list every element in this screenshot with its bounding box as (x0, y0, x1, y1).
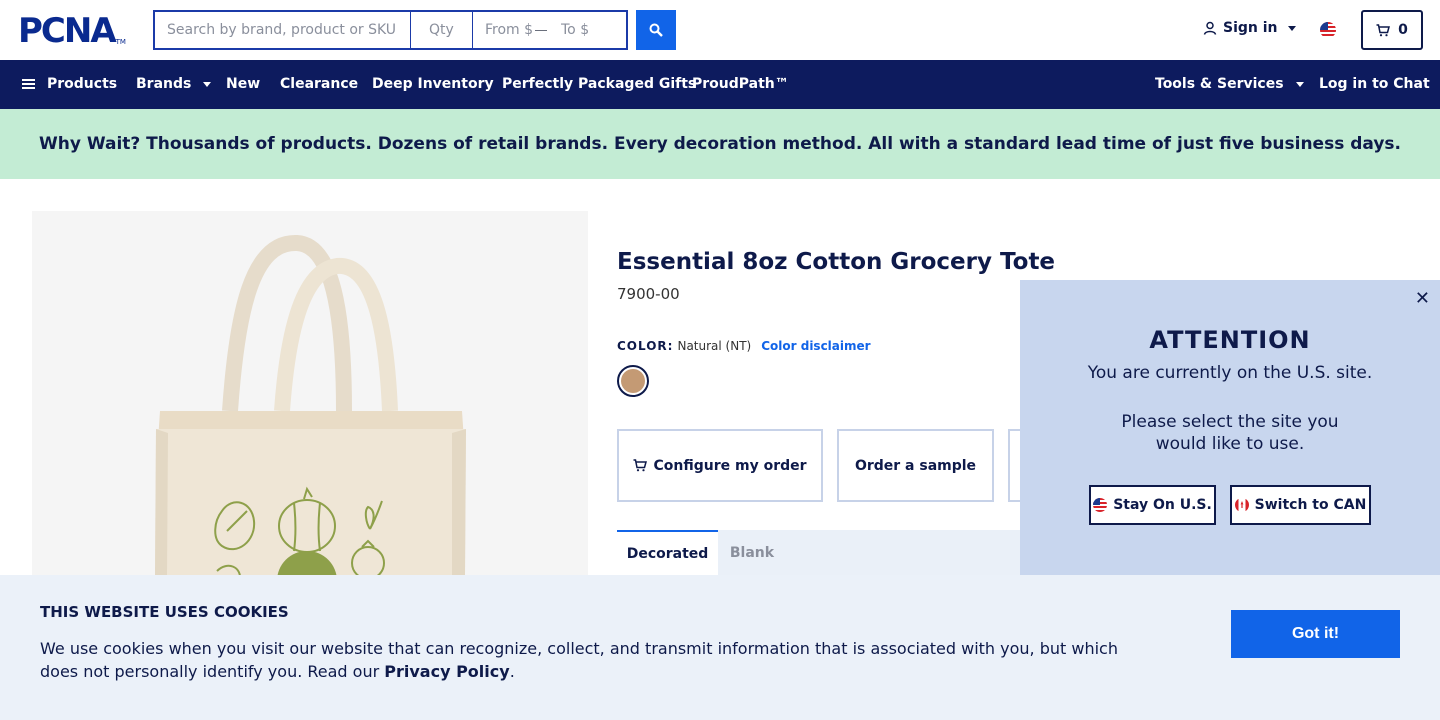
cookie-title: THIS WEBSITE USES COOKIES (40, 603, 289, 621)
user-icon (1203, 21, 1217, 35)
range-separator (535, 29, 547, 31)
search-icon (649, 23, 663, 37)
popup-title: ATTENTION (1149, 326, 1311, 354)
configure-order-button[interactable]: Configure my order (617, 429, 823, 502)
canada-flag-icon (1234, 498, 1249, 512)
stay-us-button[interactable]: Stay On U.S. (1089, 485, 1216, 525)
nav-brands[interactable]: Brands (136, 76, 212, 92)
cookie-accept-button[interactable]: Got it! (1231, 610, 1400, 658)
pcna-logo[interactable]: PCNA TM (18, 14, 126, 48)
nav-tools-services[interactable]: Tools & Services (1155, 76, 1304, 92)
search-input[interactable] (153, 10, 411, 50)
cookie-body: We use cookies when you visit our websit… (40, 639, 1118, 681)
stay-us-label: Stay On U.S. (1113, 497, 1212, 513)
cookie-banner: THIS WEBSITE USES COOKIES We use cookies… (0, 575, 1440, 720)
search-button[interactable] (636, 10, 676, 50)
color-value: Natural (NT) (677, 339, 752, 353)
sign-in-label: Sign in (1223, 20, 1278, 36)
promo-banner: Why Wait? Thousands of products. Dozens … (0, 109, 1440, 179)
cookie-text: We use cookies when you visit our websit… (40, 637, 1140, 683)
close-icon[interactable]: ✕ (1415, 288, 1430, 309)
privacy-policy-link[interactable]: Privacy Policy (384, 662, 509, 681)
order-sample-label: Order a sample (854, 457, 977, 474)
nav-products-label: Products (47, 76, 118, 92)
logo-trademark: TM (115, 38, 126, 46)
cart-count: 0 (1398, 22, 1408, 38)
quantity-input[interactable] (411, 10, 473, 50)
sign-in-menu[interactable]: Sign in (1203, 20, 1296, 36)
cookie-period: . (509, 662, 515, 681)
switch-can-button[interactable]: Switch to CAN (1230, 485, 1371, 525)
site-select-popup: ✕ ATTENTION You are currently on the U.S… (1020, 280, 1440, 575)
chevron-down-icon (1295, 81, 1304, 87)
color-row: COLOR: Natural (NT) Color disclaimer (617, 339, 871, 353)
top-header: PCNA TM Sign in (0, 0, 1440, 60)
main-nav: Products Brands New Clearance Deep Inven… (0, 60, 1440, 109)
nav-tools-label: Tools & Services (1155, 76, 1284, 92)
us-flag-icon[interactable] (1320, 22, 1336, 38)
switch-can-label: Switch to CAN (1254, 497, 1367, 513)
nav-gifts[interactable]: Perfectly Packaged Gifts (502, 76, 696, 92)
product-sku: 7900-00 (617, 285, 680, 303)
logo-text: PCNA (18, 11, 117, 51)
nav-proudpath[interactable]: ProudPath™ (692, 76, 789, 92)
order-sample-button[interactable]: Order a sample (837, 429, 994, 502)
color-disclaimer-link[interactable]: Color disclaimer (761, 339, 870, 353)
search-group (153, 10, 676, 50)
chevron-down-icon (1287, 25, 1296, 31)
color-swatch-natural[interactable] (617, 365, 649, 397)
promo-text: Why Wait? Thousands of products. Dozens … (38, 134, 1402, 154)
popup-instruction-1: Please select the site you (1121, 412, 1339, 432)
cart-icon (1376, 23, 1391, 36)
chevron-down-icon (203, 81, 212, 87)
price-range (473, 10, 628, 50)
product-title: Essential 8oz Cotton Grocery Tote (617, 249, 1056, 275)
nav-clearance[interactable]: Clearance (280, 76, 358, 92)
nav-chat-login[interactable]: Log in to Chat (1319, 76, 1430, 92)
cart-button[interactable]: 0 (1361, 10, 1423, 50)
us-flag-icon (1093, 498, 1108, 512)
cart-icon (633, 459, 648, 472)
color-label: COLOR: (617, 339, 674, 353)
tab-decorated[interactable]: Decorated (617, 530, 718, 576)
price-from-input[interactable] (485, 22, 535, 38)
price-to-input[interactable] (561, 22, 611, 38)
tab-blank[interactable]: Blank (718, 530, 786, 576)
popup-instruction-2: would like to use. (1155, 434, 1305, 454)
configure-order-label: Configure my order (653, 457, 807, 474)
nav-new[interactable]: New (226, 76, 260, 92)
menu-icon (22, 77, 35, 91)
nav-products[interactable]: Products (22, 76, 117, 92)
popup-current-site: You are currently on the U.S. site. (1087, 363, 1373, 383)
nav-brands-label: Brands (136, 76, 192, 92)
nav-deep-inventory[interactable]: Deep Inventory (372, 76, 494, 92)
swatch-fill (621, 369, 645, 393)
